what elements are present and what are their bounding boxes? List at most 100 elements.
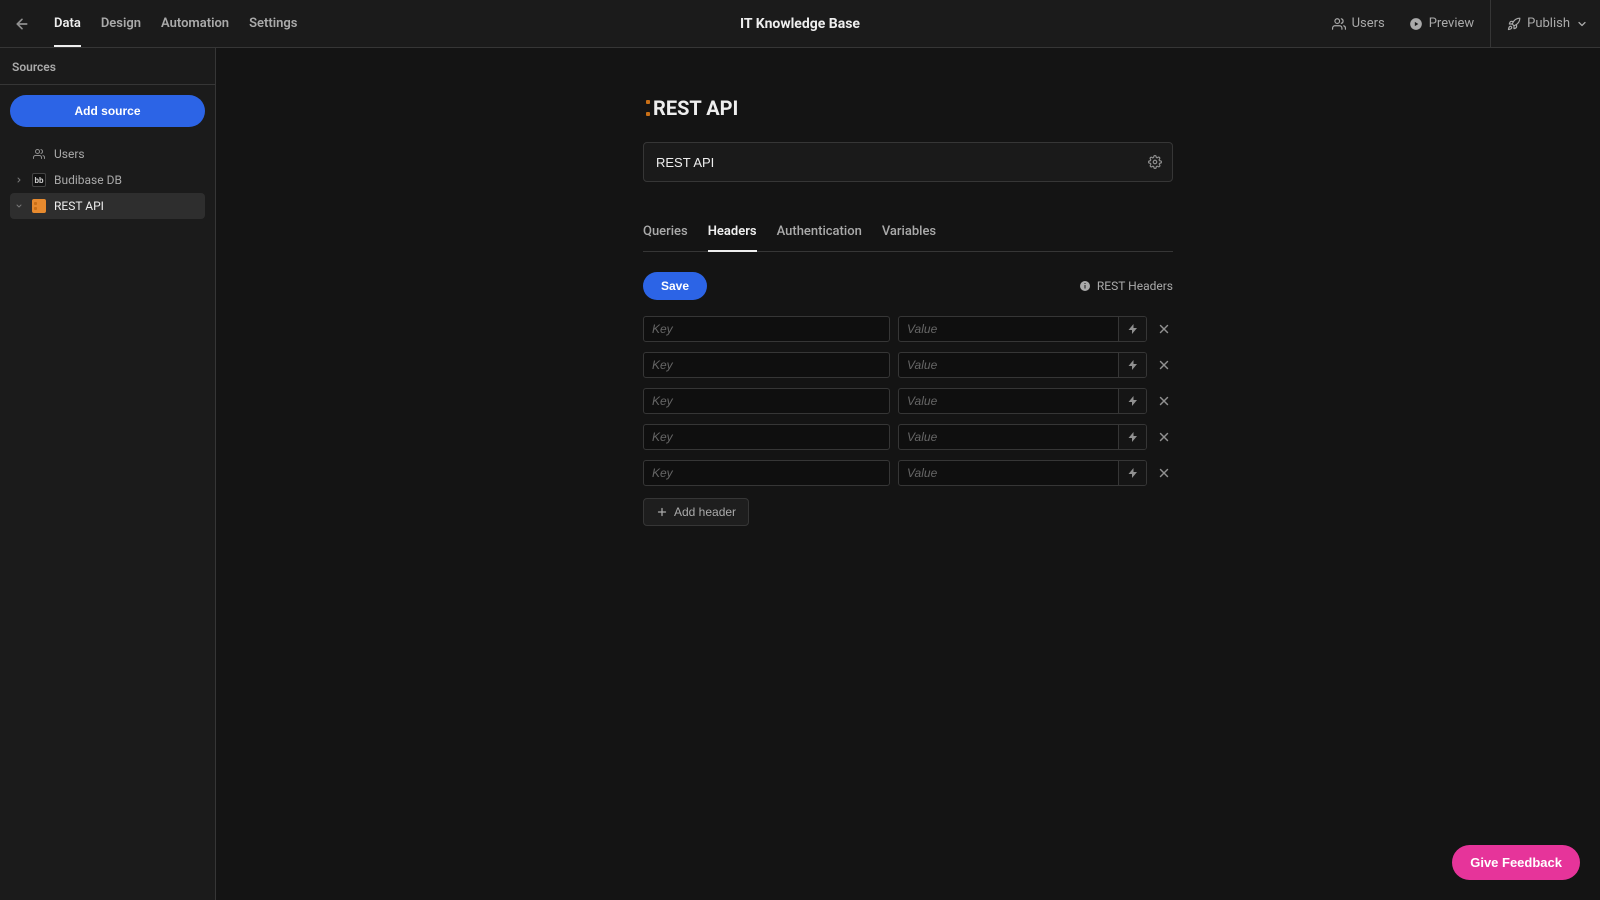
section-label-text: REST Headers [1097, 279, 1173, 293]
chevron-right-icon [14, 176, 24, 184]
nav-tab-design[interactable]: Design [91, 0, 151, 47]
topbar: Data Design Automation Settings IT Knowl… [0, 0, 1600, 48]
add-source-button[interactable]: Add source [10, 95, 205, 127]
close-icon [1157, 394, 1171, 408]
page-title: REST API [653, 96, 738, 120]
chevron-down-icon [1576, 18, 1588, 30]
close-icon [1157, 322, 1171, 336]
header-key-input[interactable] [643, 424, 890, 450]
bindings-button[interactable] [1118, 425, 1146, 449]
delete-row-button[interactable] [1155, 466, 1173, 480]
inner-tabs: Queries Headers Authentication Variables [643, 212, 1173, 252]
add-header-button[interactable]: Add header [643, 498, 749, 526]
delete-row-button[interactable] [1155, 394, 1173, 408]
publish-action[interactable]: Publish [1495, 0, 1600, 47]
tab-authentication[interactable]: Authentication [777, 212, 862, 251]
sidebar-item-label: Budibase DB [54, 173, 122, 187]
header-value-input[interactable] [899, 317, 1118, 341]
sidebar-list: Users bb Budibase DB REST API [10, 141, 205, 219]
header-value-wrap [898, 316, 1147, 342]
preview-label: Preview [1429, 16, 1474, 31]
header-value-wrap [898, 388, 1147, 414]
lightning-icon [1127, 467, 1139, 479]
section-label: REST Headers [1079, 279, 1173, 293]
tab-headers[interactable]: Headers [708, 212, 757, 251]
settings-button[interactable] [1148, 155, 1162, 169]
header-key-input[interactable] [643, 352, 890, 378]
play-circle-icon [1409, 17, 1423, 31]
sidebar-item-users[interactable]: Users [10, 141, 205, 167]
nav-tab-settings[interactable]: Settings [239, 0, 307, 47]
header-value-wrap [898, 460, 1147, 486]
users-action[interactable]: Users [1320, 0, 1397, 47]
publish-label: Publish [1527, 16, 1570, 31]
sidebar-title: Sources [0, 48, 215, 85]
users-icon [1332, 17, 1346, 31]
nav-tab-data[interactable]: Data [44, 0, 91, 47]
lightning-icon [1127, 359, 1139, 371]
chevron-down-icon [14, 202, 24, 210]
content-inner: REST API Queries Headers Authentication … [643, 96, 1173, 526]
header-row [643, 316, 1173, 342]
close-icon [1157, 358, 1171, 372]
bindings-button[interactable] [1118, 353, 1146, 377]
budibase-icon: bb [32, 173, 46, 187]
datasource-name-field [643, 142, 1173, 182]
plus-icon [656, 506, 668, 518]
header-row [643, 352, 1173, 378]
sidebar-item-label: REST API [54, 199, 104, 213]
section-bar: Save REST Headers [643, 272, 1173, 300]
close-icon [1157, 466, 1171, 480]
delete-row-button[interactable] [1155, 430, 1173, 444]
tab-variables[interactable]: Variables [882, 212, 936, 251]
lightning-icon [1127, 323, 1139, 335]
header-value-wrap [898, 424, 1147, 450]
sidebar-item-budibase-db[interactable]: bb Budibase DB [10, 167, 205, 193]
nav-tab-automation[interactable]: Automation [151, 0, 239, 47]
users-label: Users [1352, 16, 1385, 31]
header-value-input[interactable] [899, 461, 1118, 485]
delete-row-button[interactable] [1155, 358, 1173, 372]
save-button[interactable]: Save [643, 272, 707, 300]
sidebar: Sources Add source Users bb Budibase DB [0, 48, 216, 900]
sidebar-item-rest-api[interactable]: REST API [10, 193, 205, 219]
header-row [643, 460, 1173, 486]
bindings-button[interactable] [1118, 461, 1146, 485]
arrow-left-icon [14, 16, 30, 32]
close-icon [1157, 430, 1171, 444]
app-title: IT Knowledge Base [740, 16, 860, 32]
nav-tabs: Data Design Automation Settings [44, 0, 307, 47]
users-icon [32, 147, 46, 161]
lightning-icon [1127, 395, 1139, 407]
rocket-icon [1507, 17, 1521, 31]
back-button[interactable] [0, 0, 44, 47]
header-value-input[interactable] [899, 389, 1118, 413]
preview-action[interactable]: Preview [1397, 0, 1486, 47]
content: REST API Queries Headers Authentication … [216, 48, 1600, 900]
header-rows [643, 316, 1173, 486]
header-key-input[interactable] [643, 316, 890, 342]
header-value-input[interactable] [899, 353, 1118, 377]
tab-queries[interactable]: Queries [643, 212, 688, 251]
header-value-input[interactable] [899, 425, 1118, 449]
lightning-icon [1127, 431, 1139, 443]
sidebar-body: Add source Users bb Budibase DB [0, 85, 215, 229]
topbar-left: Data Design Automation Settings [0, 0, 307, 47]
header-key-input[interactable] [643, 460, 890, 486]
info-icon [1079, 280, 1091, 292]
sidebar-item-label: Users [54, 147, 85, 161]
header-row [643, 388, 1173, 414]
datasource-name-input[interactable] [654, 154, 1148, 171]
main: Sources Add source Users bb Budibase DB [0, 48, 1600, 900]
give-feedback-button[interactable]: Give Feedback [1452, 845, 1580, 880]
header-key-input[interactable] [643, 388, 890, 414]
plug-icon [32, 199, 46, 213]
gear-icon [1148, 155, 1162, 169]
delete-row-button[interactable] [1155, 322, 1173, 336]
header-row [643, 424, 1173, 450]
header-value-wrap [898, 352, 1147, 378]
bindings-button[interactable] [1118, 389, 1146, 413]
topbar-right: Users Preview Publish [1320, 0, 1600, 47]
page-title-row: REST API [643, 96, 1173, 120]
bindings-button[interactable] [1118, 317, 1146, 341]
